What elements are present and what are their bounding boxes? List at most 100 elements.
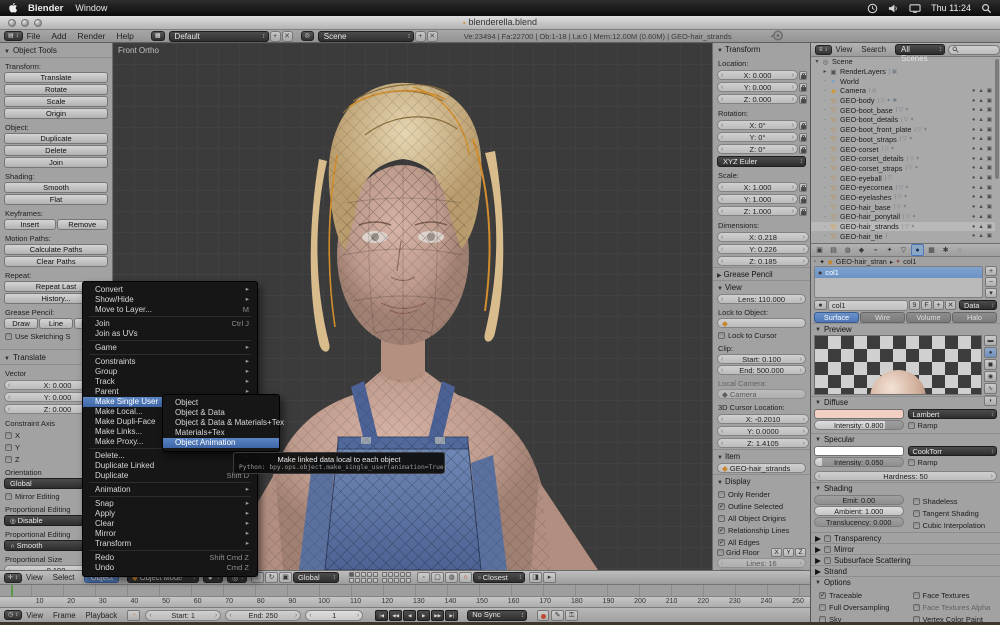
submenu-item-object-data-materials-tex[interactable]: Object & Data & Materials+Tex: [163, 418, 279, 428]
specular-color-swatch[interactable]: [814, 446, 904, 456]
current-frame-field[interactable]: ‹1›: [305, 610, 363, 621]
spotlight-icon[interactable]: [981, 3, 992, 14]
render-toggle-icon[interactable]: ▣: [987, 175, 992, 181]
expander-icon[interactable]: ·: [821, 88, 829, 94]
outliner-row-geo-hair-base[interactable]: ·▽GEO-hair_base| ▽ ✦●▲▣: [811, 202, 995, 212]
checkbox-outline-selected[interactable]: ✓: [718, 503, 725, 510]
tool-button-insert[interactable]: Insert: [4, 219, 56, 230]
outliner-row-geo-boot-front-plate[interactable]: ·▽GEO-boot_front_plate| ▽ ✦●▲▣: [811, 125, 995, 135]
eye-icon[interactable]: ●: [972, 185, 975, 191]
expander-icon[interactable]: ▸: [821, 68, 829, 75]
layer-button[interactable]: [382, 572, 387, 577]
eye-icon[interactable]: ●: [972, 156, 975, 162]
menu-item-undo[interactable]: UndoCmd Z: [83, 563, 257, 573]
selectable-icon[interactable]: ▲: [978, 214, 983, 220]
decrement-arrow-icon[interactable]: ‹: [721, 145, 723, 154]
specular-shader-select[interactable]: CookTorr↕: [908, 446, 998, 456]
value-field-x-0[interactable]: ‹X: 0°›: [717, 120, 798, 130]
lock-icon[interactable]: [799, 121, 807, 130]
preview-type-button[interactable]: ∿: [984, 383, 997, 394]
render-toggle-icon[interactable]: ▣: [987, 214, 992, 220]
delete-layout-button[interactable]: ✕: [282, 31, 293, 42]
checkbox-face-textures-alpha[interactable]: [913, 604, 920, 611]
grid-axis-x-button[interactable]: X: [771, 548, 782, 557]
value-field-x-0-218[interactable]: ‹X: 0.218›: [717, 232, 809, 242]
expander-icon[interactable]: ·: [821, 136, 829, 142]
outliner-row-geo-hair-strands[interactable]: ·▽GEO-hair_strands| ▽ ✦●▲▣: [811, 222, 995, 232]
displays-icon[interactable]: [909, 3, 921, 14]
value-field-y-0-0000[interactable]: ‹Y: 0.0000›: [717, 426, 809, 436]
properties-tab-constraints[interactable]: ⌁: [869, 244, 882, 256]
transform-panel-header[interactable]: ▼Transform: [713, 43, 810, 55]
render-toggle-icon[interactable]: ▣: [987, 127, 992, 133]
checkbox-x[interactable]: [5, 432, 12, 439]
playback-button[interactable]: ◀: [403, 610, 416, 621]
submenu-item-materials-tex[interactable]: Materials+Tex: [163, 428, 279, 438]
render-toggle-icon[interactable]: ▣: [987, 117, 992, 123]
users-count-button[interactable]: 9: [909, 300, 920, 310]
layer-button[interactable]: [406, 578, 411, 583]
playback-button[interactable]: ▶▶: [431, 610, 444, 621]
selectable-icon[interactable]: ▲: [978, 224, 983, 230]
eye-icon[interactable]: ●: [972, 194, 975, 200]
menu-item-apply[interactable]: Apply▸: [83, 509, 257, 519]
panel-checkbox[interactable]: [824, 546, 831, 553]
increment-arrow-icon[interactable]: ›: [792, 207, 794, 216]
playback-button[interactable]: ◀◀: [389, 610, 402, 621]
value-field-y-1-000[interactable]: ‹Y: 1.000›: [717, 194, 798, 204]
increment-arrow-icon[interactable]: ›: [792, 83, 794, 92]
tool-button-join[interactable]: Join: [4, 157, 108, 168]
grease-pencil-panel-header[interactable]: ▶Grease Pencil: [713, 267, 810, 280]
layer-button[interactable]: [361, 572, 366, 577]
outliner-row-geo-boot-straps[interactable]: ·▽GEO-boot_straps| ▽ ✦●▲▣: [811, 135, 995, 145]
view-menu[interactable]: View: [26, 573, 43, 582]
checkbox-traceable[interactable]: ✓: [819, 592, 826, 599]
decrement-arrow-icon[interactable]: ‹: [721, 95, 723, 104]
decrement-arrow-icon[interactable]: ‹: [721, 439, 723, 448]
decrement-arrow-icon[interactable]: ‹: [721, 121, 723, 130]
outliner-row-geo-hair-ponytail[interactable]: ·▽GEO-hair_ponytail| ▽ ✦●▲▣: [811, 212, 995, 222]
end-frame-field[interactable]: ‹End: 250›: [225, 610, 301, 621]
outliner-row-renderlayers[interactable]: ▸▣RenderLayers| ▣: [811, 67, 995, 77]
properties-tab-world[interactable]: ◍: [841, 244, 854, 256]
lock-icon[interactable]: [799, 195, 807, 204]
eye-icon[interactable]: ●: [972, 165, 975, 171]
render-toggle-icon[interactable]: ▣: [987, 165, 992, 171]
scene-icon-button[interactable]: ◎: [301, 31, 314, 41]
volume-icon[interactable]: [888, 3, 899, 14]
slot-specials-button[interactable]: ▾: [985, 288, 997, 298]
properties-tab-modifiers[interactable]: ✦: [883, 244, 896, 256]
occlude-geometry-button[interactable]: ◍: [445, 572, 458, 583]
layer-button[interactable]: [367, 572, 372, 577]
grid-lines-field[interactable]: ‹Lines: 16›: [717, 558, 806, 568]
outliner-row-geo-eyecornea[interactable]: ·▽GEO-eyecornea| ▽ ✦●▲▣: [811, 183, 995, 193]
increment-arrow-icon[interactable]: ›: [792, 195, 794, 204]
current-frame-indicator[interactable]: [11, 585, 13, 597]
timeline-menu-playback[interactable]: Playback: [86, 611, 118, 620]
timemachine-icon[interactable]: [867, 3, 878, 14]
diffuse-color-swatch[interactable]: [814, 409, 904, 419]
material-name-field[interactable]: col1: [828, 300, 908, 311]
value-field-z-0-000[interactable]: ‹Z: 0.000›: [717, 94, 798, 104]
layer-button[interactable]: [406, 572, 411, 577]
item-name-field[interactable]: ◆ GEO-hair_strands: [717, 463, 806, 473]
tool-button-translate[interactable]: Translate: [4, 72, 108, 83]
remove-slot-button[interactable]: −: [985, 277, 997, 287]
preview-panel-header[interactable]: ▼Preview: [811, 323, 1000, 334]
increment-arrow-icon[interactable]: ›: [792, 71, 794, 80]
layer-button[interactable]: [400, 572, 405, 577]
render-opengl-button[interactable]: ◨: [529, 572, 542, 583]
tool-button-scale[interactable]: Scale: [4, 96, 108, 107]
render-border-button[interactable]: ▢: [431, 572, 444, 583]
display-panel-header[interactable]: ▼Display: [713, 474, 810, 487]
grid-axis-y-button[interactable]: Y: [783, 548, 794, 557]
decrement-arrow-icon[interactable]: ‹: [721, 415, 723, 424]
increment-arrow-icon[interactable]: ›: [803, 245, 805, 254]
checkbox-mirror-editing[interactable]: [5, 493, 12, 500]
editor-type-timeline-button[interactable]: ◷↕: [4, 610, 22, 620]
menu-item-transform[interactable]: Transform▸: [83, 539, 257, 549]
sync-mode-select[interactable]: No Sync↕: [467, 610, 527, 621]
layer-button[interactable]: [394, 578, 399, 583]
menu-item-animation[interactable]: Animation▸: [83, 485, 257, 495]
slider-translucency-0-000[interactable]: Translucency: 0.000: [814, 517, 904, 527]
